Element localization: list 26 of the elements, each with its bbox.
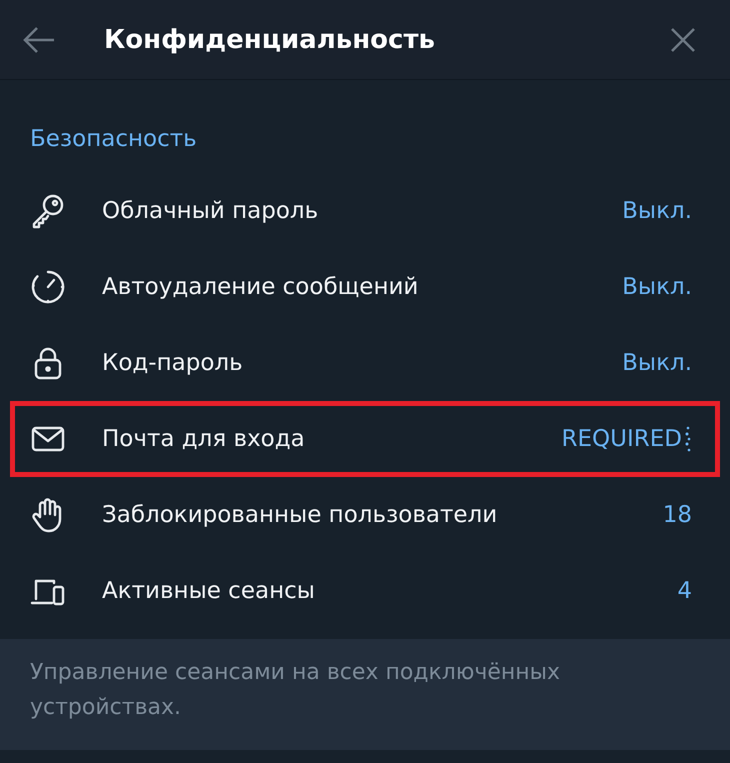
row-value: 4 <box>677 578 692 604</box>
timer-icon <box>30 269 66 305</box>
settings-row[interactable]: Активные сеансы 4 <box>0 553 730 629</box>
row-label: Заблокированные пользователи <box>102 502 498 528</box>
row-value: Выкл. <box>622 198 692 224</box>
window-title: Конфиденциальность <box>104 24 436 54</box>
settings-row[interactable]: Облачный пароль Выкл. <box>0 173 730 249</box>
section-title: Безопасность <box>29 125 198 154</box>
row-label: Облачный пароль <box>102 198 320 224</box>
settings-row[interactable]: Почта для входа REQUIRED <box>10 401 720 477</box>
row-label: Активные сеансы <box>102 578 316 604</box>
row-value: 18 <box>662 502 692 528</box>
row-value: Выкл. <box>622 274 692 300</box>
settings-row[interactable]: Автоудаление сообщений Выкл. <box>0 249 730 325</box>
row-value: REQUIRED <box>562 426 682 452</box>
close-icon[interactable] <box>670 26 696 52</box>
row-label: Код-пароль <box>102 350 244 376</box>
key-icon <box>30 193 66 229</box>
footer-note: Управление сеансами на всех подключённых устройствах. <box>30 659 562 722</box>
row-label: Почта для входа <box>102 426 306 452</box>
row-value: Выкл. <box>622 350 692 376</box>
row-label: Автоудаление сообщений <box>102 274 420 300</box>
settings-row[interactable]: Заблокированные пользователи 18 <box>0 477 730 553</box>
settings-row[interactable]: Код-пароль Выкл. <box>0 325 730 401</box>
dots-icon <box>684 424 692 454</box>
back-arrow-icon[interactable] <box>22 26 56 54</box>
